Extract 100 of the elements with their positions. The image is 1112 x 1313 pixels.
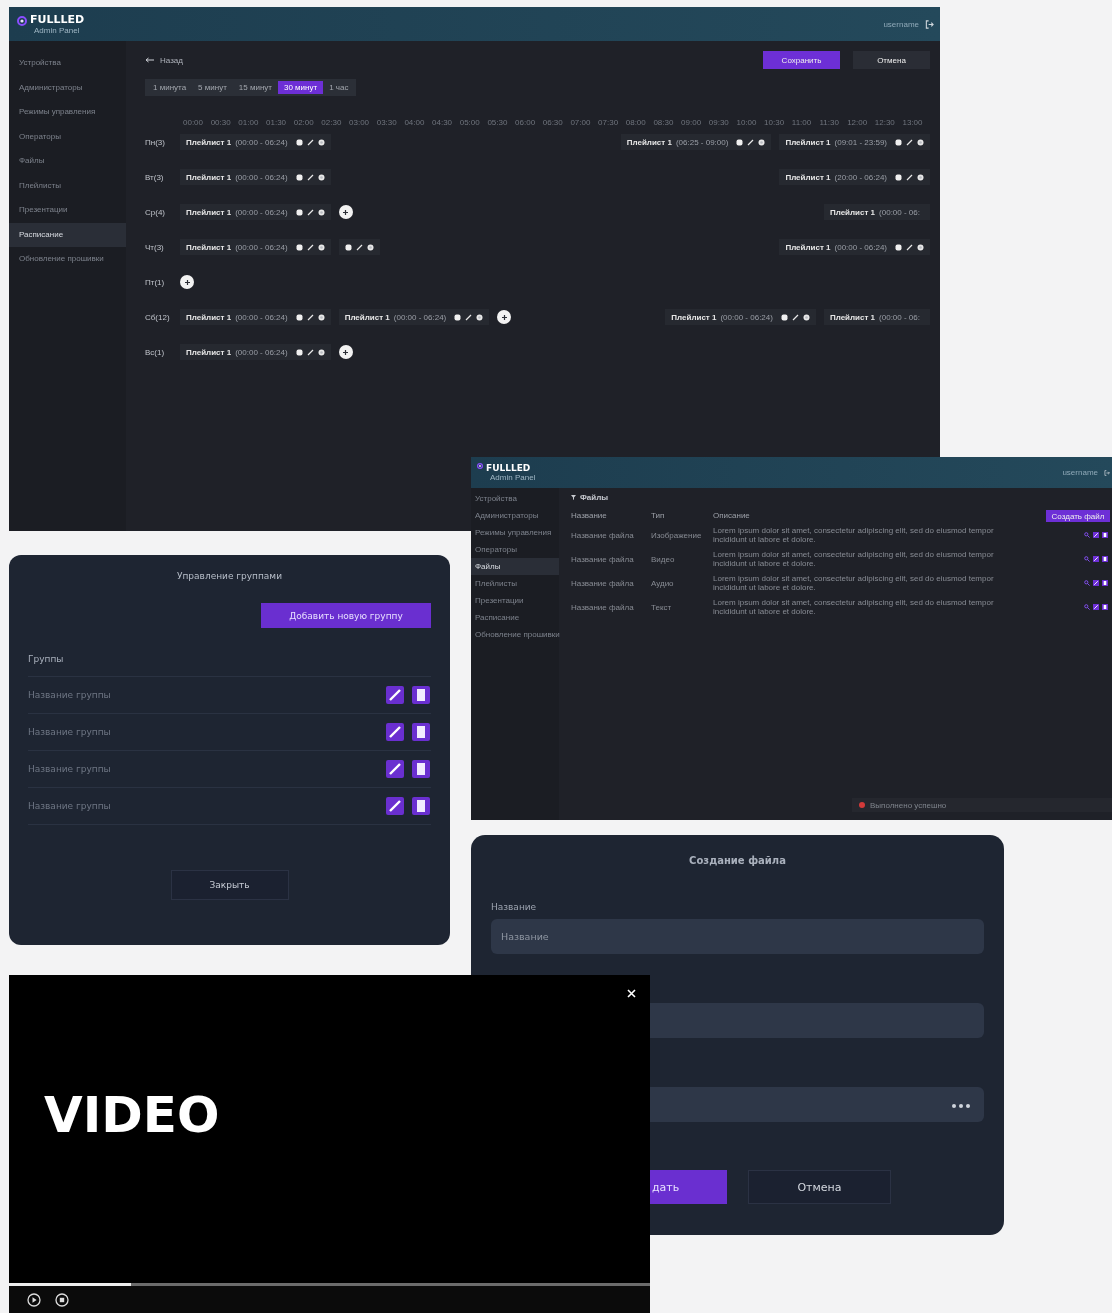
edit-button[interactable] xyxy=(386,797,404,815)
add-button[interactable] xyxy=(180,275,194,289)
circle-icon[interactable] xyxy=(917,173,924,181)
circle-icon[interactable] xyxy=(317,208,325,216)
text-field[interactable] xyxy=(650,1003,984,1038)
add-button[interactable] xyxy=(497,310,512,324)
back-arrow-icon[interactable] xyxy=(145,57,155,63)
sidebar-item[interactable]: Устройства xyxy=(9,51,126,76)
text-field[interactable]: Название xyxy=(491,919,984,954)
sidebar-item[interactable]: Операторы xyxy=(471,541,559,558)
square-icon[interactable] xyxy=(895,243,902,251)
pencil-icon[interactable] xyxy=(906,173,913,181)
sidebar-item[interactable]: Презентации xyxy=(9,198,126,223)
pencil-icon[interactable] xyxy=(306,173,314,181)
circle-icon[interactable] xyxy=(802,313,810,321)
schedule-entry[interactable]: Плейлист 1 (00:00 - 06: xyxy=(823,204,930,220)
interval-tab[interactable]: 1 час xyxy=(323,81,355,94)
edit-button[interactable] xyxy=(386,760,404,778)
sidebar-item[interactable]: Файлы xyxy=(471,558,559,575)
schedule-entry[interactable]: Плейлист 1 (00:00 - 06:24) xyxy=(180,309,331,325)
interval-tab[interactable]: 15 минут xyxy=(232,81,278,94)
circle-icon[interactable] xyxy=(317,243,325,251)
add-button[interactable] xyxy=(338,345,353,359)
circle-icon[interactable] xyxy=(917,243,924,251)
edit-icon[interactable] xyxy=(1093,604,1099,610)
square-icon[interactable] xyxy=(344,243,352,251)
square-icon[interactable] xyxy=(295,208,303,216)
create-file-button[interactable]: Создать файл xyxy=(1046,510,1110,522)
interval-tab[interactable]: 1 минута xyxy=(147,81,193,94)
square-icon[interactable] xyxy=(780,313,788,321)
sidebar-item[interactable]: Устройства xyxy=(471,490,559,507)
sidebar-item[interactable]: Режимы управления xyxy=(471,524,559,541)
stop-icon[interactable] xyxy=(55,1292,69,1307)
sidebar-item[interactable]: Расписание xyxy=(471,609,559,626)
sidebar-item[interactable]: Администраторы xyxy=(9,75,126,100)
schedule-entry[interactable]: Плейлист 1 (00:00 - 06:24) xyxy=(180,344,331,360)
square-icon[interactable] xyxy=(295,173,303,181)
circle-icon[interactable] xyxy=(476,313,484,321)
circle-icon[interactable] xyxy=(366,243,374,251)
cancel-button[interactable]: Отмена xyxy=(853,51,930,69)
pencil-icon[interactable] xyxy=(306,313,314,321)
square-icon[interactable] xyxy=(895,138,902,146)
square-icon[interactable] xyxy=(454,313,462,321)
delete-button[interactable] xyxy=(412,723,430,741)
schedule-entry[interactable]: Плейлист 1 (20:00 - 06:24) xyxy=(779,169,930,185)
search-icon[interactable] xyxy=(1084,580,1090,586)
close-icon[interactable] xyxy=(627,989,636,998)
circle-icon[interactable] xyxy=(317,348,325,356)
close-button[interactable]: Закрыть xyxy=(170,870,289,900)
trash-icon[interactable] xyxy=(1102,580,1108,586)
sidebar-item[interactable]: Плейлисты xyxy=(471,575,559,592)
edit-icon[interactable] xyxy=(1093,580,1099,586)
create-button[interactable]: дать xyxy=(650,1170,727,1204)
schedule-entry[interactable]: Плейлист 1 (00:00 - 06:24) xyxy=(665,309,816,325)
circle-icon[interactable] xyxy=(758,138,766,146)
pencil-icon[interactable] xyxy=(747,138,755,146)
circle-icon[interactable] xyxy=(317,138,325,146)
filter-icon[interactable] xyxy=(571,494,576,500)
schedule-entry[interactable] xyxy=(338,239,380,255)
search-icon[interactable] xyxy=(1084,604,1090,610)
square-icon[interactable] xyxy=(295,348,303,356)
schedule-entry[interactable]: Плейлист 1 (00:00 - 06:24) xyxy=(779,239,930,255)
sidebar-item[interactable]: Операторы xyxy=(9,124,126,149)
delete-button[interactable] xyxy=(412,686,430,704)
progress-track[interactable] xyxy=(9,1283,650,1286)
schedule-entry[interactable]: Плейлист 1 (06:25 - 09:00) xyxy=(620,134,772,150)
pencil-icon[interactable] xyxy=(791,313,799,321)
search-icon[interactable] xyxy=(1084,556,1090,562)
edit-icon[interactable] xyxy=(1093,532,1099,538)
schedule-entry[interactable]: Плейлист 1 (00:00 - 06:24) xyxy=(180,169,331,185)
add-group-button[interactable]: Добавить новую группу xyxy=(261,603,431,628)
square-icon[interactable] xyxy=(295,243,303,251)
edit-icon[interactable] xyxy=(1093,556,1099,562)
pencil-icon[interactable] xyxy=(465,313,473,321)
sidebar-item[interactable]: Администраторы xyxy=(471,507,559,524)
interval-tab[interactable]: 5 минут xyxy=(192,81,233,94)
pencil-icon[interactable] xyxy=(355,243,363,251)
delete-button[interactable] xyxy=(412,760,430,778)
search-icon[interactable] xyxy=(1084,532,1090,538)
delete-button[interactable] xyxy=(412,797,430,815)
sidebar-item[interactable]: Презентации xyxy=(471,592,559,609)
cancel-button[interactable]: Отмена xyxy=(748,1170,891,1204)
pencil-icon[interactable] xyxy=(306,208,314,216)
logout-icon[interactable] xyxy=(1104,469,1110,476)
sidebar-item[interactable]: Обновление прошивки xyxy=(9,247,126,272)
file-field[interactable] xyxy=(650,1087,984,1122)
schedule-entry[interactable]: Плейлист 1 (00:00 - 06:24) xyxy=(338,309,490,325)
schedule-entry[interactable]: Плейлист 1 (00:00 - 06: xyxy=(823,309,930,325)
square-icon[interactable] xyxy=(295,138,303,146)
square-icon[interactable] xyxy=(895,173,902,181)
back-link[interactable]: Назад xyxy=(160,55,183,65)
sidebar-item[interactable]: Обновление прошивки xyxy=(471,626,559,643)
circle-icon[interactable] xyxy=(917,138,924,146)
pencil-icon[interactable] xyxy=(306,138,314,146)
pencil-icon[interactable] xyxy=(906,138,913,146)
play-icon[interactable] xyxy=(27,1292,41,1307)
pencil-icon[interactable] xyxy=(306,243,314,251)
square-icon[interactable] xyxy=(736,138,744,146)
sidebar-item[interactable]: Файлы xyxy=(9,149,126,174)
circle-icon[interactable] xyxy=(317,313,325,321)
